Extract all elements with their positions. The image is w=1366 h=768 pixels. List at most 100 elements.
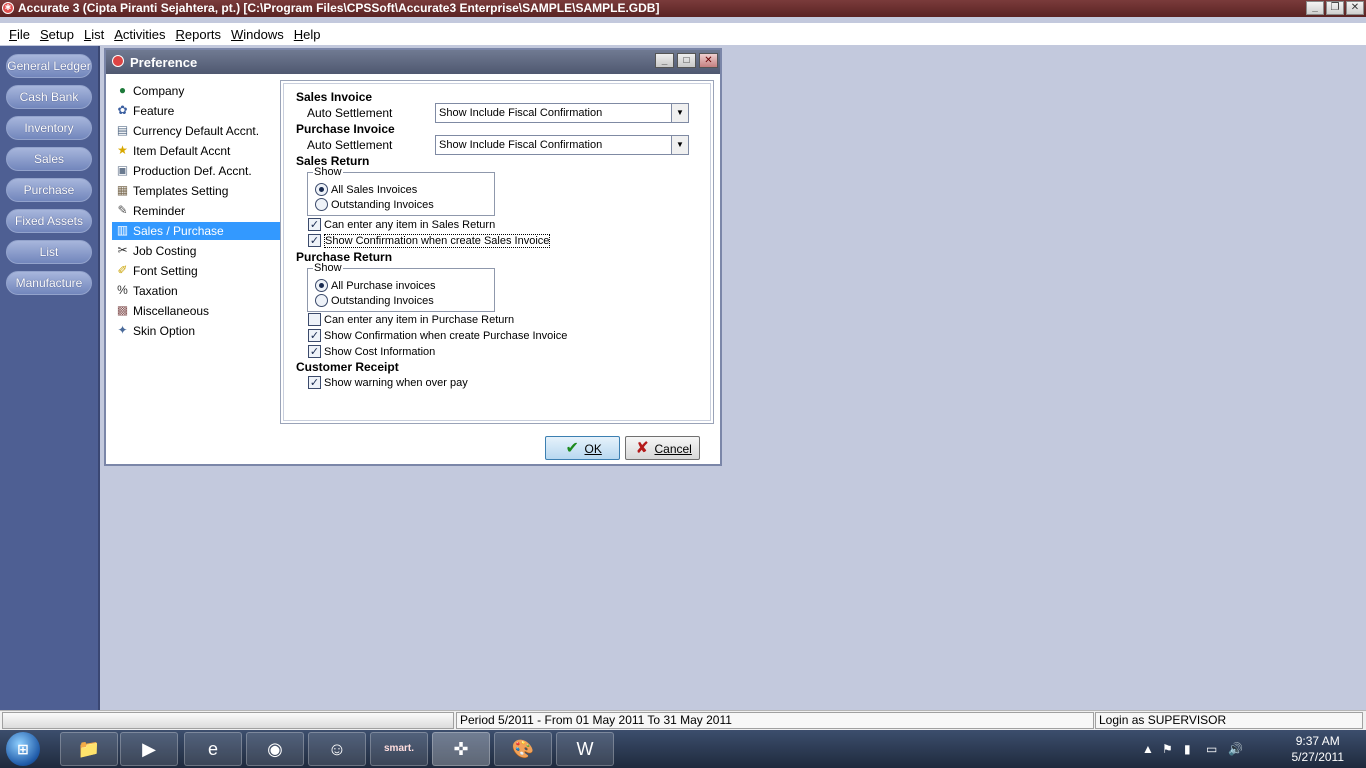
font-icon: ✐ bbox=[117, 263, 128, 277]
job-costing-icon: ✂ bbox=[117, 243, 128, 257]
smart-icon[interactable]: smart. bbox=[370, 732, 428, 766]
radio-all-sales-invoices[interactable]: All Sales Invoices bbox=[315, 183, 417, 197]
dialog-minimize-button[interactable]: _ bbox=[655, 53, 674, 68]
cancel-x-icon: ✘ bbox=[635, 439, 649, 457]
taskbar: ⊞ 📁 ▶ e ◉ ☺ smart. ✜ 🎨 W ▲ ⚑ ▮ ▭ 🔊 9:37 … bbox=[0, 730, 1366, 768]
settings-panel-inner: Sales Invoice Auto Settlement Show Inclu… bbox=[283, 83, 711, 421]
purchase-auto-settlement-label: Auto Settlement bbox=[307, 138, 393, 152]
menu-setup[interactable]: Setup bbox=[35, 27, 79, 42]
clock-date: 5/27/2011 bbox=[1291, 750, 1345, 764]
tree-item-production-def-accnt[interactable]: ▣ Production Def. Accnt. bbox=[112, 162, 280, 180]
purchase-return-show-label: Show bbox=[313, 262, 343, 274]
nav-purchase-button[interactable]: Purchase bbox=[6, 178, 92, 202]
chevron-down-icon[interactable]: ▼ bbox=[671, 104, 688, 122]
window-title: Accurate 3 (Cipta Piranti Sejahtera, pt.… bbox=[18, 1, 660, 15]
check-confirm-create-purchase-invoice[interactable]: ✓ Show Confirmation when create Purchase … bbox=[308, 329, 567, 343]
nav-cash-bank-button[interactable]: Cash Bank bbox=[6, 85, 92, 109]
check-enter-any-item-purchase-return[interactable]: Can enter any item in Purchase Return bbox=[308, 313, 514, 327]
check-confirm-create-sales-invoice[interactable]: ✓ Show Confirmation when create Sales Inv… bbox=[308, 234, 551, 248]
minimize-button[interactable]: _ bbox=[1306, 1, 1324, 15]
taxation-icon: % bbox=[117, 283, 128, 297]
tree-item-item-default-accnt[interactable]: ★ Item Default Accnt bbox=[112, 142, 280, 160]
menu-windows[interactable]: Windows bbox=[226, 27, 289, 42]
sales-invoice-heading: Sales Invoice bbox=[296, 90, 373, 104]
nav-sales-button[interactable]: Sales bbox=[6, 147, 92, 171]
volume-icon[interactable]: 🔊 bbox=[1228, 742, 1243, 756]
nav-manufacture-button[interactable]: Manufacture bbox=[6, 271, 92, 295]
dialog-title-bar[interactable]: Preference _ □ ✕ bbox=[106, 50, 720, 74]
star-icon: ★ bbox=[117, 143, 128, 157]
status-period: Period 5/2011 - From 01 May 2011 To 31 M… bbox=[456, 712, 1094, 729]
radio-outstanding-purchase-invoices[interactable]: Outstanding Invoices bbox=[315, 294, 434, 308]
nav-list-button[interactable]: List bbox=[6, 240, 92, 264]
radio-all-purchase-invoices[interactable]: All Purchase invoices bbox=[315, 279, 436, 293]
internet-explorer-icon[interactable]: e bbox=[184, 732, 242, 766]
nav-inventory-button[interactable]: Inventory bbox=[6, 116, 92, 140]
check-warning-over-pay[interactable]: ✓ Show warning when over pay bbox=[308, 376, 468, 390]
nav-fixed-assets-button[interactable]: Fixed Assets bbox=[6, 209, 92, 233]
status-progress bbox=[2, 712, 454, 729]
explorer-icon[interactable]: 📁 bbox=[60, 732, 118, 766]
system-tray: ▲ ⚑ ▮ ▭ 🔊 9:37 AM 5/27/2011 bbox=[1136, 730, 1366, 768]
tree-item-feature[interactable]: ✿ Feature bbox=[112, 102, 280, 120]
dialog-maximize-button[interactable]: □ bbox=[677, 53, 696, 68]
window-controls: _ ❐ ✕ bbox=[1306, 0, 1364, 15]
tree-item-company[interactable]: ● Company bbox=[112, 82, 280, 100]
show-hidden-icons-icon[interactable]: ▲ bbox=[1142, 742, 1154, 756]
sales-return-show-label: Show bbox=[313, 166, 343, 178]
skin-icon: ✦ bbox=[117, 323, 128, 337]
restore-button[interactable]: ❐ bbox=[1326, 1, 1344, 15]
miscellaneous-icon: ▩ bbox=[116, 303, 129, 317]
menu-bar: File Setup List Activities Reports Windo… bbox=[0, 23, 1366, 45]
menu-list[interactable]: List bbox=[79, 27, 109, 42]
menu-reports[interactable]: Reports bbox=[170, 27, 226, 42]
check-enter-any-item-sales-return[interactable]: ✓ Can enter any item in Sales Return bbox=[308, 218, 495, 232]
cancel-button[interactable]: ✘ Cancel bbox=[625, 436, 700, 460]
currency-icon: ▤ bbox=[116, 123, 129, 137]
media-player-icon[interactable]: ▶ bbox=[120, 732, 178, 766]
purchase-return-heading: Purchase Return bbox=[296, 250, 393, 264]
menu-help[interactable]: Help bbox=[289, 27, 326, 42]
left-nav: General Ledger Cash Bank Inventory Sales… bbox=[0, 46, 100, 710]
purchase-return-show-group: Show All Purchase invoices Outstanding I… bbox=[307, 262, 495, 312]
close-button[interactable]: ✕ bbox=[1346, 1, 1364, 15]
accurate-icon[interactable]: ✜ bbox=[432, 732, 490, 766]
network-icon[interactable]: ▭ bbox=[1206, 742, 1217, 756]
check-show-cost-information[interactable]: ✓ Show Cost Information bbox=[308, 345, 435, 359]
yahoo-messenger-icon[interactable]: ☺ bbox=[308, 732, 366, 766]
action-center-icon[interactable]: ⚑ bbox=[1162, 742, 1173, 756]
purchase-auto-settlement-select[interactable]: Show Include Fiscal Confirmation ▼ bbox=[435, 135, 689, 155]
firefox-icon[interactable]: ◉ bbox=[246, 732, 304, 766]
clock[interactable]: 9:37 AM 5/27/2011 bbox=[1292, 733, 1345, 765]
radio-outstanding-sales-invoices[interactable]: Outstanding Invoices bbox=[315, 198, 434, 212]
sales-auto-settlement-select[interactable]: Show Include Fiscal Confirmation ▼ bbox=[435, 103, 689, 123]
dialog-close-button[interactable]: ✕ bbox=[699, 53, 718, 68]
paint-icon[interactable]: 🎨 bbox=[494, 732, 552, 766]
sales-return-show-group: Show All Sales Invoices Outstanding Invo… bbox=[307, 166, 495, 216]
tree-item-templates-setting[interactable]: ▦ Templates Setting bbox=[112, 182, 280, 200]
tree-item-reminder[interactable]: ✎ Reminder bbox=[112, 202, 280, 220]
tree-item-taxation[interactable]: % Taxation bbox=[112, 282, 280, 300]
tree-item-miscellaneous[interactable]: ▩ Miscellaneous bbox=[112, 302, 280, 320]
accurate-app-icon: ✱ bbox=[2, 2, 14, 14]
tree-item-sales-purchase[interactable]: ▥ Sales / Purchase bbox=[112, 222, 280, 240]
menu-activities[interactable]: Activities bbox=[109, 27, 170, 42]
nav-general-ledger-button[interactable]: General Ledger bbox=[6, 54, 92, 78]
menu-file[interactable]: File bbox=[4, 27, 35, 42]
dialog-title: Preference bbox=[130, 55, 198, 70]
settings-panel: Sales Invoice Auto Settlement Show Inclu… bbox=[280, 80, 714, 424]
tree-item-job-costing[interactable]: ✂ Job Costing bbox=[112, 242, 280, 260]
start-button[interactable]: ⊞ bbox=[6, 732, 40, 766]
tree-item-currency-default-accnt[interactable]: ▤ Currency Default Accnt. bbox=[112, 122, 280, 140]
tree-item-font-setting[interactable]: ✐ Font Setting bbox=[112, 262, 280, 280]
dialog-app-icon bbox=[112, 55, 124, 67]
purchase-invoice-heading: Purchase Invoice bbox=[296, 122, 395, 136]
production-icon: ▣ bbox=[116, 163, 129, 177]
word-icon[interactable]: W bbox=[556, 732, 614, 766]
usb-icon[interactable]: ▮ bbox=[1184, 742, 1191, 756]
ok-button[interactable]: ✔ OK bbox=[545, 436, 620, 460]
tree-item-skin-option[interactable]: ✦ Skin Option bbox=[112, 322, 280, 340]
template-icon: ▦ bbox=[116, 183, 129, 197]
checkmark-icon: ✔ bbox=[565, 439, 579, 457]
chevron-down-icon[interactable]: ▼ bbox=[671, 136, 688, 154]
